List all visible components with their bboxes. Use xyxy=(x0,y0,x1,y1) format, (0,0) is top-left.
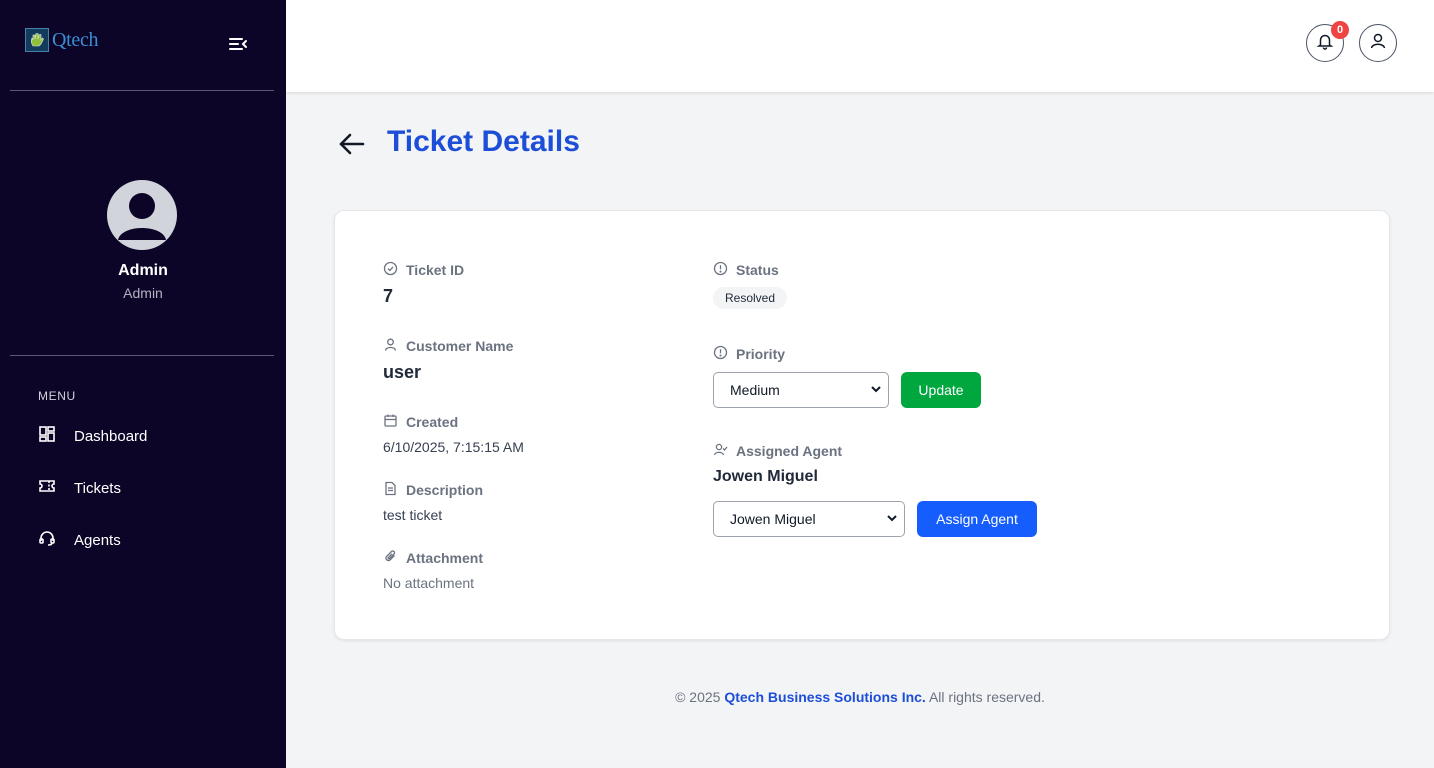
collapse-sidebar-icon[interactable] xyxy=(226,34,248,54)
user-name: Admin xyxy=(118,262,168,279)
status-badge: Resolved xyxy=(713,287,788,309)
created-label: Created xyxy=(406,414,459,430)
description-field: Description test ticket xyxy=(383,481,483,523)
notification-badge: 0 xyxy=(1331,21,1349,39)
footer-copyright: © 2025 xyxy=(675,689,721,705)
arrow-left-icon xyxy=(337,133,367,162)
dashboard-icon xyxy=(38,425,56,447)
chevron-down-icon xyxy=(870,382,882,398)
sidebar-item-label: Agents xyxy=(74,531,121,549)
ticket-icon xyxy=(38,477,56,499)
top-bar: 0 xyxy=(286,0,1434,92)
description-label: Description xyxy=(406,482,484,498)
brand-name: Qtech xyxy=(52,28,99,51)
user-avatar xyxy=(107,180,177,250)
assign-agent-button[interactable]: Assign Agent xyxy=(917,501,1037,537)
ticket-details-card: Ticket ID 7 Customer Name user Created 6… xyxy=(334,210,1390,640)
ticket-id-field: Ticket ID 7 xyxy=(383,261,464,307)
agent-select[interactable]: Jowen Miguel xyxy=(713,501,905,537)
footer-rights: All rights reserved. xyxy=(928,689,1045,705)
back-button[interactable] xyxy=(337,130,367,158)
footer: © 2025 Qtech Business Solutions Inc. All… xyxy=(286,689,1434,705)
priority-select[interactable]: Medium xyxy=(713,372,889,408)
assigned-agent-value: Jowen Miguel xyxy=(713,468,818,485)
attachment-label: Attachment xyxy=(406,550,484,566)
assigned-agent-label: Assigned Agent xyxy=(736,443,843,459)
notifications-button[interactable]: 0 xyxy=(1306,21,1349,62)
agent-select-value: Jowen Miguel xyxy=(730,511,816,527)
status-field: Status Resolved xyxy=(713,261,788,309)
priority-label: Priority xyxy=(736,346,786,362)
page-title: Ticket Details xyxy=(387,125,580,158)
ticket-id-value: 7 xyxy=(383,286,394,306)
customer-name-value: user xyxy=(383,362,422,382)
priority-select-value: Medium xyxy=(730,382,780,398)
customer-name-label: Customer Name xyxy=(406,338,514,354)
user-check-icon xyxy=(713,442,728,460)
check-circle-icon xyxy=(383,261,398,279)
profile-button[interactable] xyxy=(1359,24,1397,62)
sidebar-divider xyxy=(10,355,274,356)
attachment-value: No attachment xyxy=(383,575,475,591)
created-field: Created 6/10/2025, 7:15:15 AM xyxy=(383,413,524,455)
update-button[interactable]: Update xyxy=(901,372,981,408)
sidebar-item-dashboard[interactable]: Dashboard xyxy=(38,424,147,448)
headset-icon xyxy=(38,529,56,551)
user-role: Admin xyxy=(123,285,163,301)
calendar-icon xyxy=(383,413,398,431)
user-icon xyxy=(383,337,398,355)
sidebar-item-agents[interactable]: Agents xyxy=(38,528,121,552)
document-icon xyxy=(383,481,398,499)
created-value: 6/10/2025, 7:15:15 AM xyxy=(383,439,524,455)
brand-logo[interactable]: Qtech xyxy=(25,28,99,52)
sidebar-item-label: Tickets xyxy=(74,479,121,497)
priority-field: Priority xyxy=(713,345,785,363)
sidebar-divider xyxy=(10,90,274,91)
menu-heading: MENU xyxy=(38,389,76,403)
sidebar: Qtech Admin Admin MENU Dashboard Tickets… xyxy=(0,0,286,768)
user-icon xyxy=(1368,31,1388,56)
hand-logo-icon xyxy=(25,28,49,52)
bell-icon xyxy=(1316,32,1334,55)
alert-circle-icon xyxy=(713,345,728,363)
status-label: Status xyxy=(736,262,779,278)
attachment-field: Attachment No attachment xyxy=(383,549,483,591)
customer-name-field: Customer Name user xyxy=(383,337,513,383)
alert-circle-icon xyxy=(713,261,728,279)
sidebar-item-label: Dashboard xyxy=(74,427,148,445)
ticket-id-label: Ticket ID xyxy=(406,262,465,278)
description-value: test ticket xyxy=(383,507,443,523)
sidebar-item-tickets[interactable]: Tickets xyxy=(38,476,121,500)
chevron-down-icon xyxy=(886,511,898,527)
paperclip-icon xyxy=(383,549,398,567)
footer-company-link[interactable]: Qtech Business Solutions Inc. xyxy=(724,689,925,705)
assigned-agent-field: Assigned Agent Jowen Miguel xyxy=(713,442,842,486)
